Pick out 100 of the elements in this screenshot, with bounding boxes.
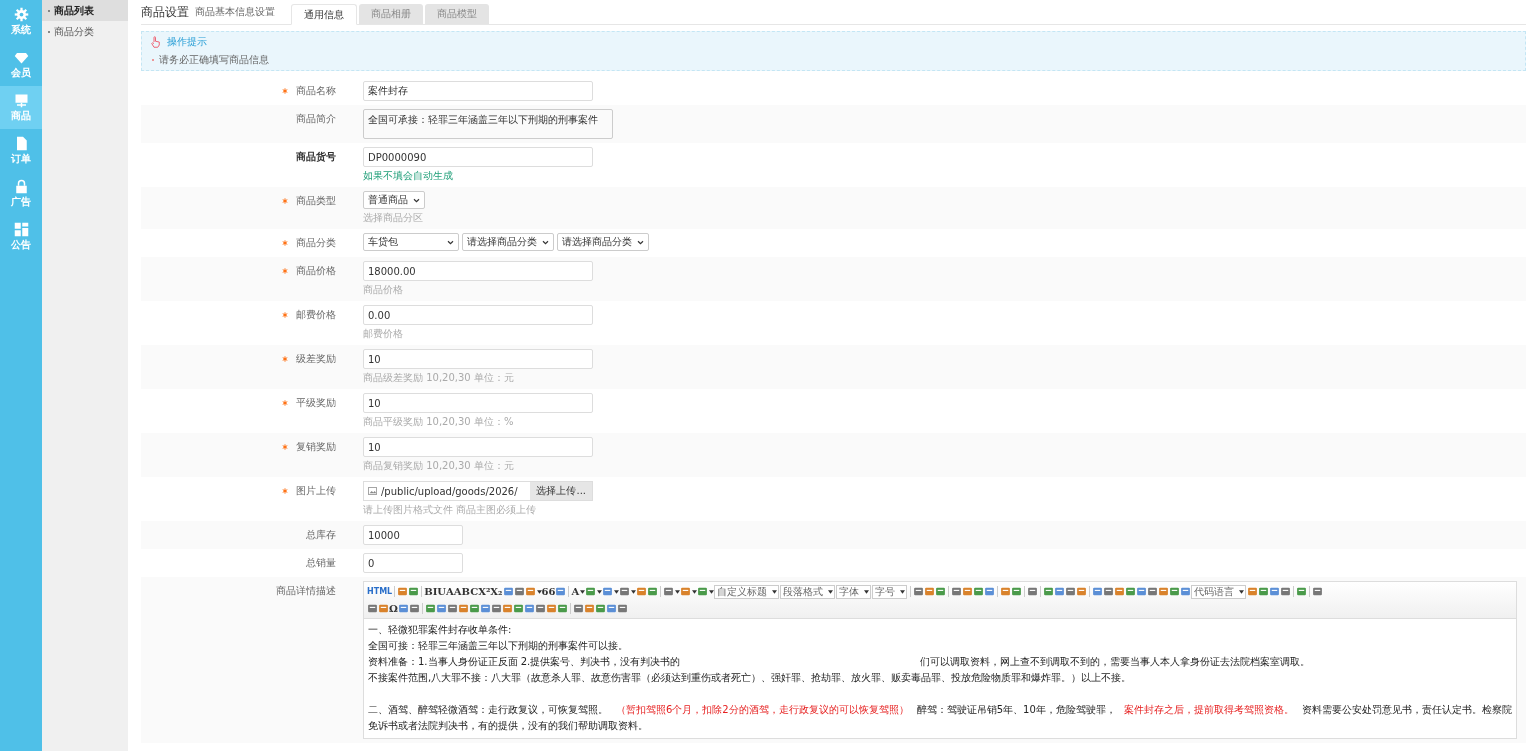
select-field[interactable]: 普通商品 <box>363 191 425 209</box>
toolbar-button[interactable] <box>697 586 715 597</box>
toolbar-button[interactable] <box>1258 586 1270 597</box>
input-field[interactable]: DP0000090 <box>363 147 593 167</box>
toolbar-button[interactable] <box>1280 586 1292 597</box>
toolbar-button[interactable] <box>397 603 409 614</box>
toolbar-button[interactable] <box>534 603 546 614</box>
toolbar-button[interactable] <box>397 586 409 597</box>
upload-button[interactable]: 选择上传... <box>530 482 592 500</box>
toolbar-button[interactable] <box>1169 586 1181 597</box>
toolbar-button[interactable] <box>545 603 557 614</box>
toolbar-button[interactable] <box>523 603 535 614</box>
toolbar-button[interactable] <box>973 586 985 597</box>
toolbar-button[interactable] <box>616 603 628 614</box>
toolbar-button[interactable] <box>1269 586 1281 597</box>
toolbar-button[interactable] <box>1000 586 1012 597</box>
toolbar-button[interactable] <box>1054 586 1066 597</box>
toolbar-button[interactable] <box>583 603 595 614</box>
toolbar-button[interactable] <box>1092 586 1104 597</box>
toolbar-button[interactable] <box>1103 586 1115 597</box>
toolbar-button[interactable] <box>1247 586 1259 597</box>
input-field[interactable]: 10 <box>363 393 593 413</box>
toolbar-button[interactable] <box>1312 586 1324 597</box>
toolbar-button[interactable]: X² <box>478 586 491 597</box>
toolbar-button[interactable]: ABC <box>453 586 479 597</box>
toolbar-button[interactable] <box>367 603 378 614</box>
input-field[interactable]: 10 <box>363 437 593 457</box>
input-field[interactable]: 10000 <box>363 525 463 545</box>
input-field[interactable]: 18000.00 <box>363 261 593 281</box>
toolbar-button[interactable] <box>962 586 974 597</box>
toolbar-button[interactable] <box>555 586 567 597</box>
toolbar-button[interactable] <box>1125 586 1137 597</box>
toolbar-button[interactable] <box>647 586 659 597</box>
toolbar-button[interactable]: I <box>432 586 438 597</box>
toolbar-button[interactable] <box>424 603 436 614</box>
toolbar-button[interactable] <box>408 586 420 597</box>
toolbar-button[interactable]: B <box>424 586 433 597</box>
toolbar-button[interactable] <box>501 603 513 614</box>
toolbar-button[interactable] <box>479 603 491 614</box>
toolbar-button[interactable] <box>378 603 389 614</box>
toolbar-button[interactable] <box>680 586 698 597</box>
toolbar-button[interactable] <box>585 586 603 597</box>
toolbar-button[interactable] <box>512 603 524 614</box>
toolbar-button[interactable] <box>502 586 514 597</box>
toolbar-button[interactable] <box>935 586 947 597</box>
toolbar-button[interactable] <box>556 603 568 614</box>
toolbar-button[interactable] <box>435 603 447 614</box>
tab[interactable]: 通用信息 <box>291 4 357 25</box>
toolbar-button[interactable] <box>513 586 525 597</box>
textarea-field[interactable]: 全国可承接：轻罪三年涵盖三年以下刑期的刑事案件 <box>363 109 613 139</box>
toolbar-button[interactable] <box>924 586 936 597</box>
toolbar-button[interactable]: 66 <box>541 586 556 597</box>
toolbar-button[interactable] <box>1076 586 1088 597</box>
toolbar-button[interactable]: A <box>446 586 454 597</box>
toolbar-button[interactable] <box>1043 586 1055 597</box>
toolbar-button[interactable] <box>468 603 480 614</box>
toolbar-button[interactable] <box>636 586 648 597</box>
toolbar-button[interactable] <box>663 586 681 597</box>
toolbar-select[interactable]: 字体 <box>836 584 872 599</box>
toolbar-button[interactable] <box>913 586 925 597</box>
toolbar-button[interactable] <box>1180 586 1192 597</box>
toolbar-button[interactable] <box>1136 586 1148 597</box>
toolbar-button[interactable] <box>1011 586 1023 597</box>
file-field[interactable]: /public/upload/goods/2026/ 选择上传... <box>363 481 593 501</box>
toolbar-button[interactable] <box>1147 586 1159 597</box>
toolbar-button[interactable] <box>572 603 584 614</box>
rich-text-editor[interactable] <box>363 581 1517 739</box>
input-field[interactable]: 10 <box>363 349 593 369</box>
submenu-item[interactable]: 商品分类 <box>42 21 128 42</box>
toolbar-button[interactable] <box>408 603 420 614</box>
select-field[interactable]: 请选择商品分类 <box>462 233 554 251</box>
submenu-item[interactable]: 商品列表 <box>42 0 128 21</box>
toolbar-select[interactable]: 字号 <box>872 584 908 599</box>
toolbar-button[interactable] <box>1158 586 1170 597</box>
toolbar-button[interactable]: X₂ <box>490 586 503 597</box>
toolbar-button[interactable] <box>1114 586 1126 597</box>
select-field[interactable]: 车贷包 <box>363 233 459 251</box>
toolbar-button[interactable] <box>524 586 542 597</box>
select-field[interactable]: 请选择商品分类 <box>557 233 649 251</box>
toolbar-button[interactable] <box>619 586 637 597</box>
toolbar-button[interactable]: A <box>571 586 586 597</box>
toolbar-button[interactable] <box>1065 586 1077 597</box>
toolbar-button[interactable] <box>446 603 458 614</box>
toolbar-button[interactable] <box>951 586 963 597</box>
toolbar-button[interactable]: U <box>437 586 447 597</box>
input-field[interactable]: 0.00 <box>363 305 593 325</box>
toolbar-button[interactable] <box>594 603 606 614</box>
toolbar-button[interactable] <box>605 603 617 614</box>
toolbar-button[interactable] <box>602 586 620 597</box>
toolbar-button[interactable]: HTML <box>367 587 393 596</box>
toolbar-button[interactable] <box>1027 586 1039 597</box>
toolbar-select[interactable]: 段落格式 <box>780 584 836 599</box>
input-field[interactable]: 案件封存 <box>363 81 593 101</box>
toolbar-select[interactable]: 自定义标题 <box>714 584 780 599</box>
toolbar-button[interactable] <box>1296 586 1308 597</box>
toolbar-button[interactable]: Ω <box>389 603 398 614</box>
input-field[interactable]: 0 <box>363 553 463 573</box>
toolbar-select[interactable]: 代码语言 <box>1191 584 1247 599</box>
toolbar-button[interactable] <box>984 586 996 597</box>
toolbar-button[interactable] <box>490 603 502 614</box>
